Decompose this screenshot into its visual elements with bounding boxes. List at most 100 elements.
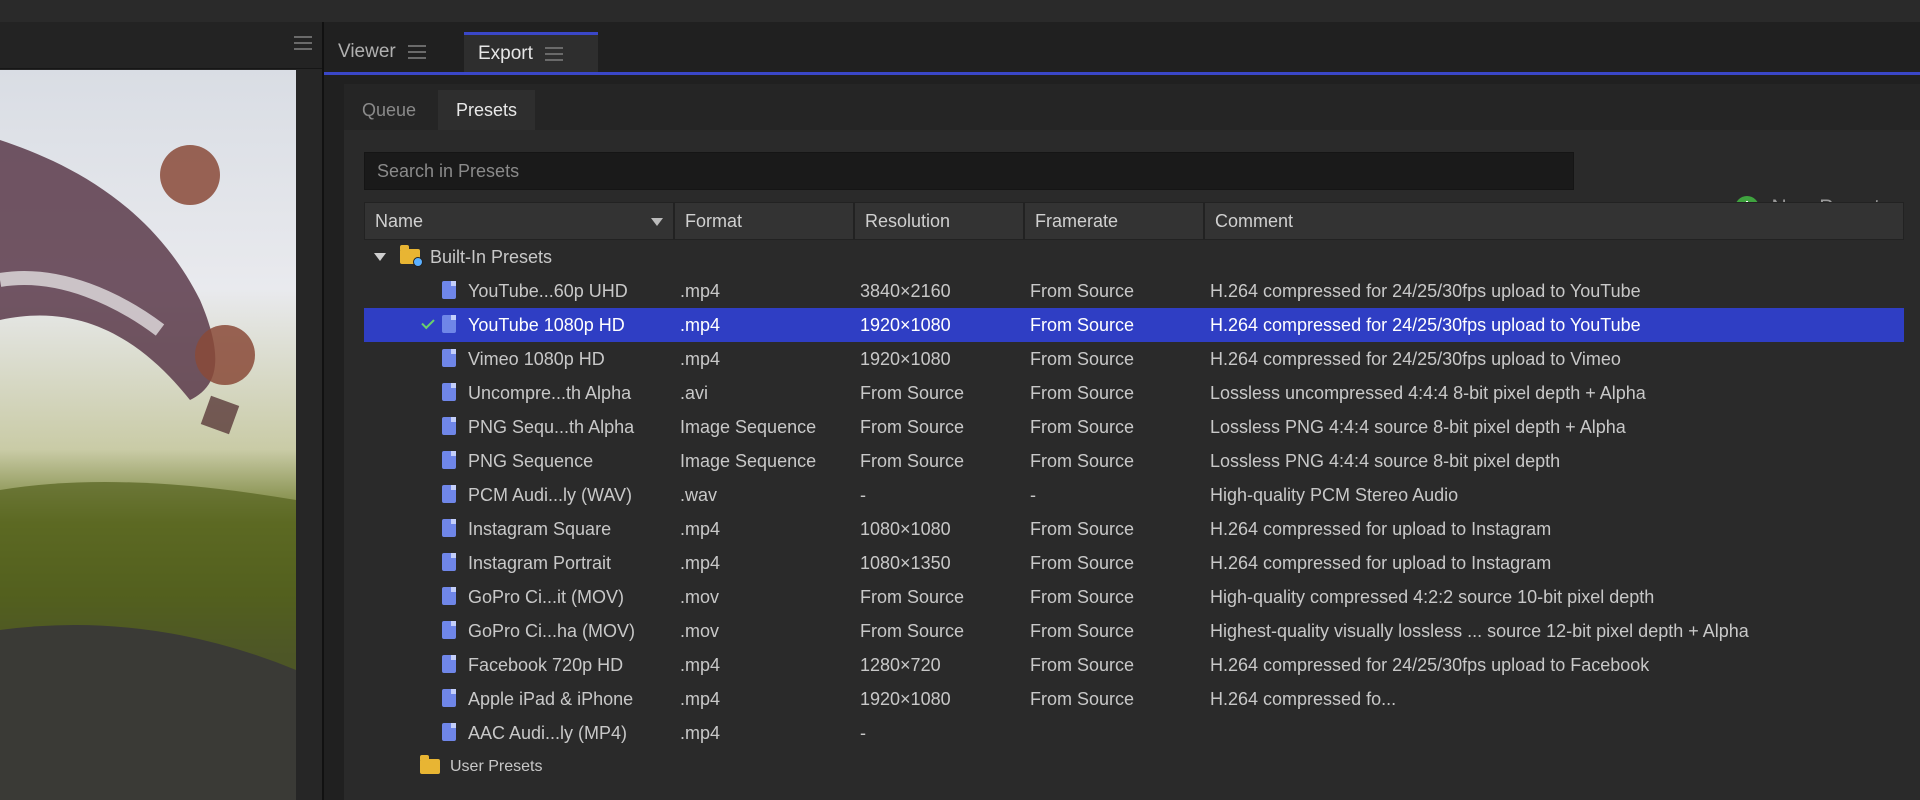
cell-framerate: From Source bbox=[1030, 314, 1135, 335]
tab-export-label: Export bbox=[478, 42, 533, 64]
preset-file-icon bbox=[442, 519, 456, 537]
tab-presets-label: Presets bbox=[456, 99, 518, 120]
preset-file-icon bbox=[442, 485, 456, 503]
export-panel: Viewer Export Queue Presets New Preset N… bbox=[324, 22, 1920, 800]
cell-resolution: From Source bbox=[860, 382, 965, 403]
cell-format: .mp4 bbox=[680, 518, 721, 539]
cell-format: .mp4 bbox=[680, 314, 721, 335]
cell-comment bbox=[1210, 716, 1900, 750]
cell-format: .mov bbox=[680, 586, 720, 607]
cell-name: YouTube...60p UHD bbox=[468, 280, 628, 301]
table-row[interactable]: GoPro Ci...it (MOV) .mov From Source From S… bbox=[364, 580, 1904, 614]
cell-comment: H.264 compressed for 24/25/30fps upload … bbox=[1210, 348, 1621, 369]
viewer-panel bbox=[0, 22, 324, 800]
cell-name: Instagram Square bbox=[468, 518, 612, 539]
cell-format: .wav bbox=[680, 484, 718, 505]
cell-framerate: From Source bbox=[1030, 450, 1135, 471]
viewer-frame-image bbox=[0, 70, 296, 800]
cell-resolution: 1080×1350 bbox=[860, 552, 951, 573]
tab-queue[interactable]: Queue bbox=[344, 90, 434, 130]
preset-file-icon bbox=[442, 451, 456, 469]
cell-comment: H.264 compressed for 24/25/30fps upload … bbox=[1210, 280, 1641, 301]
preset-file-icon bbox=[442, 587, 456, 605]
column-name-label: Name bbox=[375, 210, 424, 231]
cell-name: AAC Audi...ly (MP4) bbox=[468, 722, 628, 743]
cell-comment: H.264 compressed for 24/25/30fps upload … bbox=[1210, 314, 1641, 335]
cell-format: .mp4 bbox=[680, 688, 721, 709]
group-row-user[interactable]: User Presets bbox=[364, 750, 1904, 784]
cell-name: YouTube 1080p HD bbox=[468, 314, 625, 335]
cell-resolution: 1920×1080 bbox=[860, 314, 951, 335]
cell-name: Instagram Portrait bbox=[468, 552, 612, 573]
cell-resolution: From Source bbox=[860, 586, 965, 607]
table-row[interactable]: Instagram Portrait .mp4 1080×1350 From Sour… bbox=[364, 546, 1904, 580]
preset-file-icon bbox=[442, 281, 456, 299]
table-row[interactable]: Instagram Square .mp4 1080×1080 From Source… bbox=[364, 512, 1904, 546]
cell-resolution: - bbox=[860, 722, 866, 743]
cell-name: Apple iPad & iPhone bbox=[468, 688, 634, 709]
tab-viewer-menu-icon[interactable] bbox=[407, 45, 426, 59]
table-row[interactable]: GoPro Ci...ha (MOV) .mov From Source From S… bbox=[364, 614, 1904, 648]
table-row[interactable]: Apple iPad & iPhone .mp4 1920×1080 From Sou… bbox=[364, 682, 1904, 716]
table-row[interactable]: AAC Audi...ly (MP4) .mp4 - bbox=[364, 716, 1904, 750]
sort-descending-icon bbox=[651, 218, 663, 226]
table-row[interactable]: Uncompre...th Alpha .avi From Source From S… bbox=[364, 376, 1904, 410]
cell-name: GoPro Ci...it (MOV) bbox=[468, 586, 625, 607]
panel-menu-icon[interactable] bbox=[294, 36, 312, 50]
table-row[interactable]: PCM Audi...ly (WAV) .wav - - High-quality PC… bbox=[364, 478, 1904, 512]
tab-presets[interactable]: Presets bbox=[438, 90, 536, 130]
app-top-bar bbox=[0, 0, 1920, 23]
tab-queue-label: Queue bbox=[362, 99, 417, 120]
column-header-format[interactable]: Format bbox=[674, 202, 854, 240]
table-row[interactable]: PNG Sequ...th Alpha Image Sequence From So… bbox=[364, 410, 1904, 444]
folder-icon bbox=[420, 755, 440, 774]
cell-resolution: 1080×1080 bbox=[860, 518, 951, 539]
preset-file-icon bbox=[442, 349, 456, 367]
cell-name: Vimeo 1080p HD bbox=[468, 348, 605, 369]
search-input[interactable] bbox=[364, 152, 1574, 190]
table-row[interactable]: YouTube 1080p HD .mp4 1920×1080 From Source… bbox=[364, 308, 1904, 342]
cell-resolution: 1280×720 bbox=[860, 654, 941, 675]
column-header-name[interactable]: Name bbox=[364, 202, 674, 240]
preset-file-icon bbox=[442, 689, 456, 707]
table-row[interactable]: YouTube...60p UHD .mp4 3840×2160 From Sourc… bbox=[364, 274, 1904, 308]
table-row[interactable]: Facebook 720p HD .mp4 1280×720 From Source H… bbox=[364, 648, 1904, 682]
column-header-comment[interactable]: Comment bbox=[1204, 202, 1904, 240]
table-header: Name Format Resolution Framerate Comment bbox=[364, 202, 1904, 240]
cell-resolution: From Source bbox=[860, 416, 965, 437]
column-resolution-label: Resolution bbox=[865, 210, 951, 231]
export-content: Queue Presets New Preset Name Format bbox=[344, 84, 1920, 800]
tab-viewer[interactable]: Viewer bbox=[324, 32, 464, 72]
cell-framerate: From Source bbox=[1030, 654, 1135, 675]
group-row-builtin[interactable]: Built-In Presets bbox=[364, 240, 1904, 274]
tab-export-menu-icon[interactable] bbox=[544, 46, 563, 61]
preset-file-icon bbox=[442, 655, 456, 673]
cell-resolution: From Source bbox=[860, 620, 965, 641]
cell-format: Image Sequence bbox=[680, 416, 817, 437]
preset-file-icon bbox=[442, 621, 456, 639]
column-format-label: Format bbox=[685, 210, 743, 231]
column-header-resolution[interactable]: Resolution bbox=[854, 202, 1024, 240]
cell-format: .mp4 bbox=[680, 552, 721, 573]
table-row[interactable]: Vimeo 1080p HD .mp4 1920×1080 From Source H.… bbox=[364, 342, 1904, 376]
cell-resolution: - bbox=[860, 484, 866, 505]
column-header-framerate[interactable]: Framerate bbox=[1024, 202, 1204, 240]
cell-comment: H.264 compressed for 24/25/30fps upload … bbox=[1210, 654, 1650, 675]
cell-comment: Lossless uncompressed 4:4:4 8-bit pixel … bbox=[1210, 382, 1646, 403]
locked-badge-icon bbox=[413, 257, 423, 267]
cell-format: .avi bbox=[680, 382, 709, 403]
cell-framerate: From Source bbox=[1030, 552, 1135, 573]
cell-comment: High-quality compressed 4:2:2 source 10-… bbox=[1210, 586, 1655, 607]
group-label: Built-In Presets bbox=[430, 246, 553, 267]
expand-arrow-icon[interactable] bbox=[374, 253, 386, 261]
tab-export[interactable]: Export bbox=[464, 32, 598, 72]
cell-framerate: From Source bbox=[1030, 688, 1135, 709]
cell-framerate: From Source bbox=[1030, 348, 1135, 369]
cell-format: .mp4 bbox=[680, 280, 721, 301]
preset-file-icon bbox=[442, 553, 456, 571]
tab-viewer-label: Viewer bbox=[338, 41, 396, 62]
cell-framerate: From Source bbox=[1030, 382, 1135, 403]
presets-table: Name Format Resolution Framerate Comment bbox=[364, 202, 1904, 800]
table-row[interactable]: PNG Sequence Image Sequence From Source Fro… bbox=[364, 444, 1904, 478]
cell-format: .mp4 bbox=[680, 654, 721, 675]
